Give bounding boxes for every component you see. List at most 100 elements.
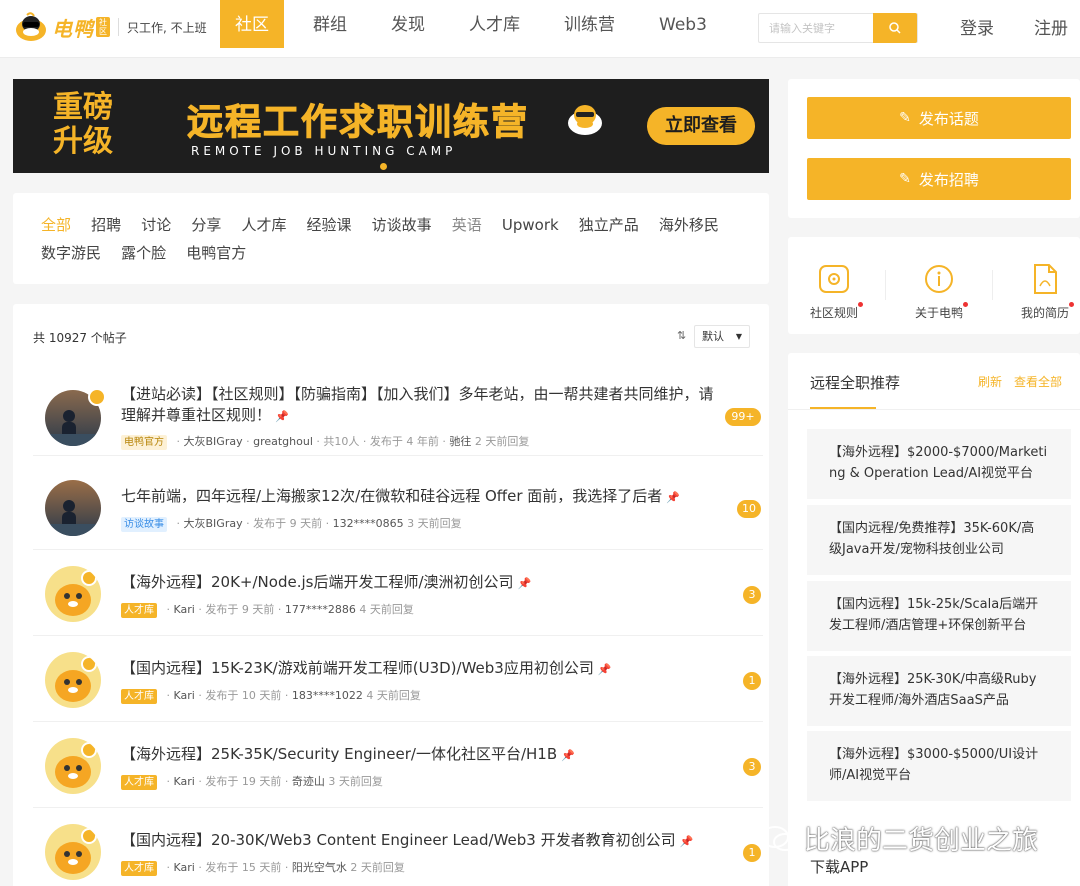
post-item[interactable]: 【国内远程】15K-23K/游戏前端开发工程师(U3D)/Web3应用初创公司 📌… <box>33 636 763 722</box>
post-title[interactable]: 【海外远程】20K+/Node.js后端开发工程师/澳洲初创公司 📌 <box>121 572 721 594</box>
quick-link-about[interactable]: 关于电鸭 <box>899 264 979 321</box>
category-show-face[interactable]: 露个脸 <box>121 239 166 267</box>
job-line2: 开发工程师/海外酒店SaaS产品 <box>829 693 1009 708</box>
post-last-replier[interactable]: 驰往 <box>449 435 471 448</box>
post-title[interactable]: 【海外远程】25K-35K/Security Engineer/一体化社区平台/… <box>121 744 721 766</box>
post-author[interactable]: 大灰BIGray <box>184 435 243 448</box>
avatar[interactable] <box>45 480 101 536</box>
nav-discover[interactable]: 发现 <box>376 0 440 48</box>
post-author[interactable]: Kari <box>174 603 195 616</box>
post-title[interactable]: 【国内远程】15K-23K/游戏前端开发工程师(U3D)/Web3应用初创公司 📌 <box>121 658 721 680</box>
banner-cta-button[interactable]: 立即查看 <box>647 107 755 145</box>
category-nomad[interactable]: 数字游民 <box>41 239 101 267</box>
wechat-icon <box>761 825 797 851</box>
post-author[interactable]: Kari <box>174 861 195 874</box>
post-item[interactable]: 七年前端，四年远程/上海搬家12次/在微软和硅谷远程 Offer 面前，我选择了… <box>33 464 763 550</box>
job-line1: 【国内远程/免费推荐】35K-60K/高 <box>829 521 1035 536</box>
post-author[interactable]: Kari <box>174 775 195 788</box>
quick-link-rules[interactable]: 社区规则 <box>794 264 874 321</box>
category-discussion[interactable]: 讨论 <box>141 211 171 239</box>
nav-groups[interactable]: 群组 <box>298 0 362 48</box>
post-title[interactable]: 【国内远程】20-30K/Web3 Content Engineer Lead/… <box>121 830 721 852</box>
category-panel: 全部 招聘 讨论 分享 人才库 经验课 访谈故事 英语 Upwork 独立产品 … <box>13 193 769 284</box>
register-link[interactable]: 注册 <box>1034 14 1068 39</box>
tag-interview[interactable]: 访谈故事 <box>121 517 167 532</box>
job-card[interactable]: 【国内远程】15k-25k/Scala后端开 发工程师/酒店管理+环保创新平台 <box>807 581 1071 651</box>
avatar[interactable] <box>45 824 101 880</box>
carousel-dot[interactable] <box>380 163 387 170</box>
nav-community[interactable]: 社区 <box>220 0 284 48</box>
category-interview[interactable]: 访谈故事 <box>372 211 432 239</box>
publish-job-button[interactable]: ✎ 发布招聘 <box>807 158 1071 200</box>
nav-web3[interactable]: Web3 <box>644 0 722 48</box>
category-talent[interactable]: 人才库 <box>241 211 286 239</box>
banner-badge-line1: 重磅 <box>53 90 113 125</box>
quick-link-resume[interactable]: 我的简历 <box>1005 264 1080 321</box>
category-upwork[interactable]: Upwork <box>502 211 559 239</box>
category-jobs[interactable]: 招聘 <box>91 211 121 239</box>
reply-count-badge: 1 <box>743 844 761 862</box>
job-card[interactable]: 【海外远程】$2000-$7000/Marketi ng & Operation… <box>807 429 1071 499</box>
tag-talent[interactable]: 人才库 <box>121 689 157 704</box>
post-extra: · 发布于 15 天前 · <box>198 861 292 874</box>
search-box <box>758 13 918 43</box>
nav-camp[interactable]: 训练营 <box>549 0 630 48</box>
publish-topic-button[interactable]: ✎ 发布话题 <box>807 97 1071 139</box>
pin-icon: 📌 <box>561 749 575 762</box>
download-app-link[interactable]: 下载APP <box>810 856 868 877</box>
pin-icon: 📌 <box>597 663 612 676</box>
post-title[interactable]: 【进站必读】【社区规则】【防骗指南】【加入我们】多年老站，由一帮共建者共同维护，… <box>121 384 721 427</box>
post-last-replier[interactable]: 177****2886 <box>285 603 356 616</box>
post-title[interactable]: 七年前端，四年远程/上海搬家12次/在微软和硅谷远程 Offer 面前，我选择了… <box>121 486 721 508</box>
category-all[interactable]: 全部 <box>41 211 71 239</box>
post-item[interactable]: 【进站必读】【社区规则】【防骗指南】【加入我们】多年老站，由一帮共建者共同维护，… <box>33 370 763 456</box>
notification-dot <box>963 302 968 307</box>
search-input[interactable] <box>759 14 873 42</box>
tag-talent[interactable]: 人才库 <box>121 775 157 790</box>
post-item[interactable]: 【海外远程】20K+/Node.js后端开发工程师/澳洲初创公司 📌 人才库 · … <box>33 550 763 636</box>
nav-talent[interactable]: 人才库 <box>454 0 535 48</box>
tag-talent[interactable]: 人才库 <box>121 861 157 876</box>
search-button[interactable] <box>873 13 917 43</box>
post-author[interactable]: Kari <box>174 689 195 702</box>
category-indie[interactable]: 独立产品 <box>579 211 639 239</box>
post-last-replier[interactable]: 阳光空气水 <box>292 861 347 874</box>
sort-icon[interactable]: ⇅ <box>677 329 686 342</box>
login-link[interactable]: 登录 <box>960 14 994 39</box>
tag-talent[interactable]: 人才库 <box>121 603 157 618</box>
reply-count-badge: 1 <box>743 672 761 690</box>
post-meta: 人才库 · Kari · 发布于 15 天前 · 阳光空气水 2 天前回复 <box>121 859 405 876</box>
avatar[interactable] <box>45 738 101 794</box>
post-item[interactable]: 【国内远程】20-30K/Web3 Content Engineer Lead/… <box>33 808 763 886</box>
category-english[interactable]: 英语 <box>452 211 482 239</box>
sort-select[interactable]: 默认 ▼ <box>694 325 750 348</box>
post-reply-time: 2 天前回复 <box>474 435 530 448</box>
job-card[interactable]: 【海外远程】25K-30K/中高级Ruby 开发工程师/海外酒店SaaS产品 <box>807 656 1071 726</box>
category-course[interactable]: 经验课 <box>307 211 352 239</box>
tag-official[interactable]: 电鸭官方 <box>121 435 167 450</box>
post-last-replier[interactable]: 奇迹山 <box>292 775 325 788</box>
post-last-replier[interactable]: 183****1022 <box>292 689 363 702</box>
category-official[interactable]: 电鸭官方 <box>186 239 246 267</box>
avatar[interactable] <box>45 652 101 708</box>
publish-job-label: 发布招聘 <box>918 170 979 189</box>
job-card[interactable]: 【海外远程】$3000-$5000/UI设计 师/AI视觉平台 <box>807 731 1071 801</box>
job-card[interactable]: 【国内远程/免费推荐】35K-60K/高 级Java开发/宠物科技创业公司 <box>807 505 1071 575</box>
post-item[interactable]: 【海外远程】25K-35K/Security Engineer/一体化社区平台/… <box>33 722 763 808</box>
category-immigration[interactable]: 海外移民 <box>659 211 719 239</box>
view-all-link[interactable]: 查看全部 <box>1014 373 1062 390</box>
brand-logo[interactable]: 电鸭 社区 只工作, 不上班 <box>14 12 207 42</box>
refresh-link[interactable]: 刷新 <box>978 373 1002 390</box>
duck-mascot-icon <box>565 99 605 141</box>
post-author[interactable]: 大灰BIGray <box>184 517 243 530</box>
category-share[interactable]: 分享 <box>191 211 221 239</box>
post-extra: · 发布于 9 天前 · <box>246 517 333 530</box>
post-title-text: 【国内远程】20-30K/Web3 Content Engineer Lead/… <box>121 831 676 849</box>
resume-text: 我的简历 <box>1020 306 1069 320</box>
promo-banner[interactable]: 重磅 升级 远程工作求职训练营 REMOTE JOB HUNTING CAMP … <box>13 79 769 173</box>
job-line2: 级Java开发/宠物科技创业公司 <box>829 542 1004 557</box>
avatar[interactable] <box>45 566 101 622</box>
post-coauthor[interactable]: greatghoul <box>253 435 313 448</box>
post-title-text: 七年前端，四年远程/上海搬家12次/在微软和硅谷远程 Offer 面前，我选择了… <box>121 487 663 505</box>
post-last-replier[interactable]: 132****0865 <box>333 517 404 530</box>
